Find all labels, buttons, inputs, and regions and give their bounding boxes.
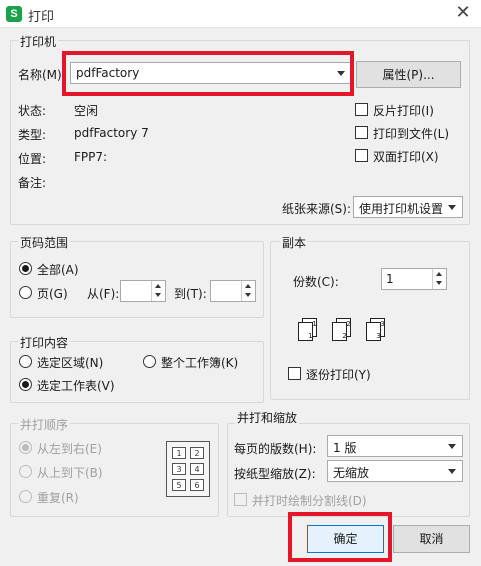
selection-radio[interactable]: [19, 355, 32, 368]
print-content-group-label: 打印内容: [18, 334, 71, 351]
page-from-label: 从(F):: [87, 287, 120, 301]
page-range-pages-label: 页(G): [37, 287, 68, 301]
chevron-down-icon: [337, 71, 345, 76]
print-to-file-checkbox[interactable]: [355, 126, 368, 139]
chevron-down-icon: [448, 444, 456, 449]
printer-properties-button[interactable]: 属性(P)...: [356, 61, 461, 88]
reverse-print-checkbox[interactable]: [355, 103, 368, 116]
collate-page-number: 3: [376, 332, 380, 340]
copies-group-label: 副本: [280, 234, 309, 251]
left-to-right-radio[interactable]: [19, 441, 32, 454]
collate-page-number: 2: [342, 332, 346, 340]
paper-source-label: 纸张来源(S):: [282, 202, 352, 216]
location-value: FPP7:: [74, 150, 108, 164]
scale-select[interactable]: 无缩放: [327, 460, 463, 482]
repeat-radio[interactable]: [19, 490, 32, 503]
collate-page-number: 3: [380, 320, 384, 328]
page-order-number: 1: [177, 449, 182, 458]
paper-source-value: 使用打印机设置: [359, 202, 444, 216]
draw-dividers-checkbox[interactable]: [234, 493, 247, 506]
printer-group-label: 打印机: [18, 33, 59, 50]
collate-page-number: 1: [308, 332, 312, 340]
collate-page-number: 2: [346, 320, 350, 328]
whole-workbook-label: 整个工作簿(K): [161, 356, 239, 370]
duplex-checkbox[interactable]: [355, 149, 368, 162]
page-order-number: 6: [195, 481, 200, 490]
comment-label: 备注:: [18, 176, 47, 190]
collate-page-number: 1: [312, 320, 316, 328]
page-range-pages-radio[interactable]: [19, 286, 32, 299]
ok-button[interactable]: 确定: [307, 525, 384, 553]
page-from-spinner[interactable]: [120, 280, 166, 302]
page-order-number: 5: [177, 481, 182, 490]
printer-name-label: 名称(M):: [18, 68, 66, 82]
type-label: 类型:: [18, 128, 47, 142]
selected-sheets-radio[interactable]: [19, 378, 32, 391]
collate-checkbox[interactable]: [288, 367, 301, 380]
pages-per-sheet-value: 1 版: [333, 441, 357, 455]
copies-count-label: 份数(C):: [293, 275, 339, 289]
page-range-group-label: 页码范围: [18, 234, 71, 251]
top-to-bottom-label: 从上到下(B): [37, 466, 103, 480]
window-title: 打印: [28, 10, 55, 25]
copies-count-value: 1: [386, 272, 394, 286]
scale-value: 无缩放: [333, 466, 370, 480]
title-bar: S 打印 ✕: [0, 0, 481, 28]
printer-name-select[interactable]: pdfFactory: [70, 62, 352, 84]
page-order-number: 3: [177, 465, 182, 474]
scaling-group-label: 并打和缩放: [235, 409, 300, 426]
location-label: 位置:: [18, 152, 47, 166]
collate-order-group-label: 并打顺序: [18, 416, 71, 433]
wps-app-icon: S: [6, 6, 22, 22]
left-to-right-label: 从左到右(E): [37, 442, 102, 456]
selected-sheets-label: 选定工作表(V): [37, 379, 115, 393]
type-value: pdfFactory 7: [74, 126, 149, 140]
pages-per-sheet-select[interactable]: 1 版: [327, 435, 463, 457]
collate-label: 逐份打印(Y): [306, 368, 371, 382]
page-order-grid-icon: 1 2 3 4 5 6: [166, 441, 210, 497]
reverse-print-label: 反片打印(I): [373, 104, 434, 118]
chevron-down-icon: [448, 205, 456, 210]
chevron-down-icon: [448, 469, 456, 474]
page-range-all-label: 全部(A): [37, 263, 79, 277]
page-to-spinner[interactable]: [210, 280, 256, 302]
draw-dividers-label: 并打时绘制分割线(D): [252, 494, 367, 508]
page-range-all-radio[interactable]: [19, 262, 32, 275]
close-icon[interactable]: ✕: [452, 2, 474, 24]
page-order-number: 2: [195, 449, 200, 458]
whole-workbook-radio[interactable]: [143, 355, 156, 368]
top-to-bottom-radio[interactable]: [19, 465, 32, 478]
page-order-number: 4: [195, 465, 200, 474]
status-label: 状态:: [18, 104, 47, 118]
page-to-label: 到(T):: [174, 287, 207, 301]
printer-name-value: pdfFactory: [76, 66, 140, 80]
paper-source-select[interactable]: 使用打印机设置: [353, 196, 463, 218]
cancel-button[interactable]: 取消: [393, 525, 470, 553]
duplex-label: 双面打印(X): [373, 150, 439, 164]
print-to-file-label: 打印到文件(L): [373, 127, 450, 141]
selection-label: 选定区域(N): [37, 356, 104, 370]
collate-pages-icon: 1 1 2 2 3 3: [298, 318, 385, 341]
status-value: 空闲: [74, 104, 99, 118]
repeat-label: 重复(R): [37, 491, 79, 505]
copies-count-spinner[interactable]: 1: [381, 268, 447, 290]
scale-label: 按纸型缩放(Z):: [234, 467, 316, 481]
pages-per-sheet-label: 每页的版数(H):: [234, 442, 317, 456]
